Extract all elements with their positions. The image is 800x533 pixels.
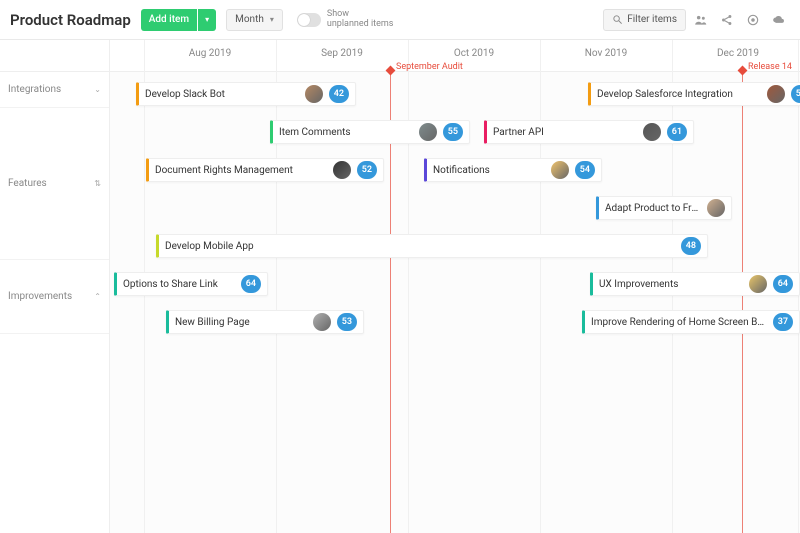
card-title: Develop Salesforce Integration — [597, 89, 761, 100]
sidebar: Integrations ⌄ Features ⇅ Improvements ⌃ — [0, 40, 110, 533]
avatar[interactable] — [767, 85, 785, 103]
score-badge: 53 — [337, 313, 357, 331]
score-badge: 37 — [773, 313, 793, 331]
share-icon — [720, 13, 734, 27]
toggle-knob — [298, 14, 310, 26]
avatar[interactable] — [551, 161, 569, 179]
timescale-label: Month — [235, 14, 264, 25]
chevron-up-icon[interactable]: ⌃ — [94, 292, 101, 301]
card-title: New Billing Page — [175, 317, 307, 328]
roadmap-card[interactable]: Adapt Product to French Market — [596, 196, 732, 220]
roadmap-card[interactable]: Document Rights Management 52 — [146, 158, 384, 182]
add-item-dropdown-button[interactable]: ▾ — [198, 9, 216, 31]
timescale-select[interactable]: Month ▾ — [226, 9, 283, 31]
search-icon — [612, 14, 623, 25]
gear-icon — [746, 13, 760, 27]
milestone-label: Release 14 — [748, 62, 792, 72]
sidebar-group[interactable]: Integrations ⌄ — [0, 72, 109, 108]
milestone-label: September Audit — [396, 62, 463, 72]
card-title: UX Improvements — [599, 279, 743, 290]
roadmap-card[interactable]: Improve Rendering of Home Screen Buttons… — [582, 310, 800, 334]
timeline-month-label: Oct 2019 — [454, 48, 494, 59]
roadmap-card[interactable]: Partner API 61 — [484, 120, 694, 144]
card-title: Document Rights Management — [155, 165, 327, 176]
timeline[interactable]: Aug 2019 Sep 2019 Oct 2019 Nov 2019 Dec 2019… — [110, 40, 800, 533]
show-unplanned-toggle-group: Show unplanned items — [297, 10, 394, 30]
group-label: Integrations — [8, 84, 61, 95]
toolbar: Product Roadmap Add item ▾ Month ▾ Show … — [0, 0, 800, 40]
chevron-down-icon[interactable]: ⌄ — [94, 85, 101, 94]
cloud-icon-button[interactable] — [768, 9, 790, 31]
timeline-month-label: Nov 2019 — [585, 48, 628, 59]
timeline-month-label: Sep 2019 — [321, 48, 363, 59]
roadmap-body: Integrations ⌄ Features ⇅ Improvements ⌃ Aug … — [0, 40, 800, 533]
card-title: Improve Rendering of Home Screen Buttons… — [591, 317, 767, 328]
avatar[interactable] — [643, 123, 661, 141]
score-badge: 54 — [575, 161, 595, 179]
avatar[interactable] — [313, 313, 331, 331]
roadmap-card[interactable]: UX Improvements 64 — [590, 272, 800, 296]
filter-label: Filter items — [627, 14, 677, 25]
sidebar-group[interactable]: Improvements ⌃ — [0, 260, 109, 334]
group-label: Improvements — [8, 291, 72, 302]
show-unplanned-toggle[interactable] — [297, 13, 321, 27]
timeline-canvas[interactable]: September AuditRelease 14Develop Slack B… — [110, 72, 800, 533]
roadmap-card[interactable]: Develop Salesforce Integration 58 — [588, 82, 800, 106]
score-badge: 61 — [667, 123, 687, 141]
cloud-download-icon — [772, 13, 786, 27]
chevron-down-icon: ▾ — [205, 15, 209, 24]
score-badge: 55 — [443, 123, 463, 141]
score-badge: 58 — [791, 85, 800, 103]
roadmap-card[interactable]: Notifications 54 — [424, 158, 602, 182]
card-title: Develop Mobile App — [165, 241, 675, 252]
milestone-line[interactable]: Release 14 — [742, 72, 743, 533]
page-title: Product Roadmap — [10, 11, 131, 29]
add-item-button[interactable]: Add item — [141, 9, 197, 31]
card-title: Item Comments — [279, 127, 413, 138]
people-icon — [694, 13, 708, 27]
timeline-month-label: Aug 2019 — [189, 48, 232, 59]
settings-icon-button[interactable] — [742, 9, 764, 31]
card-title: Partner API — [493, 127, 637, 138]
avatar[interactable] — [333, 161, 351, 179]
avatar[interactable] — [419, 123, 437, 141]
score-badge: 64 — [773, 275, 793, 293]
people-icon-button[interactable] — [690, 9, 712, 31]
roadmap-card[interactable]: New Billing Page 53 — [166, 310, 364, 334]
roadmap-card[interactable]: Item Comments 55 — [270, 120, 470, 144]
roadmap-card[interactable]: Options to Share Link 64 — [114, 272, 268, 296]
card-title: Notifications — [433, 165, 545, 176]
avatar[interactable] — [707, 199, 725, 217]
group-label: Features — [8, 178, 47, 189]
sort-icon[interactable]: ⇅ — [94, 179, 101, 188]
roadmap-card[interactable]: Develop Mobile App 48 — [156, 234, 708, 258]
share-icon-button[interactable] — [716, 9, 738, 31]
sidebar-header-gap — [0, 40, 109, 72]
score-badge: 52 — [357, 161, 377, 179]
show-unplanned-label: Show unplanned items — [327, 10, 394, 30]
avatar[interactable] — [749, 275, 767, 293]
chevron-down-icon: ▾ — [270, 15, 274, 24]
score-badge: 48 — [681, 237, 701, 255]
score-badge: 42 — [329, 85, 349, 103]
roadmap-card[interactable]: Develop Slack Bot 42 — [136, 82, 356, 106]
avatar[interactable] — [305, 85, 323, 103]
card-title: Options to Share Link — [123, 279, 235, 290]
score-badge: 64 — [241, 275, 261, 293]
card-title: Develop Slack Bot — [145, 89, 299, 100]
filter-items-button[interactable]: Filter items — [603, 9, 686, 31]
sidebar-group[interactable]: Features ⇅ — [0, 108, 109, 260]
card-title: Adapt Product to French Market — [605, 203, 701, 214]
timeline-month-label: Dec 2019 — [717, 48, 759, 59]
